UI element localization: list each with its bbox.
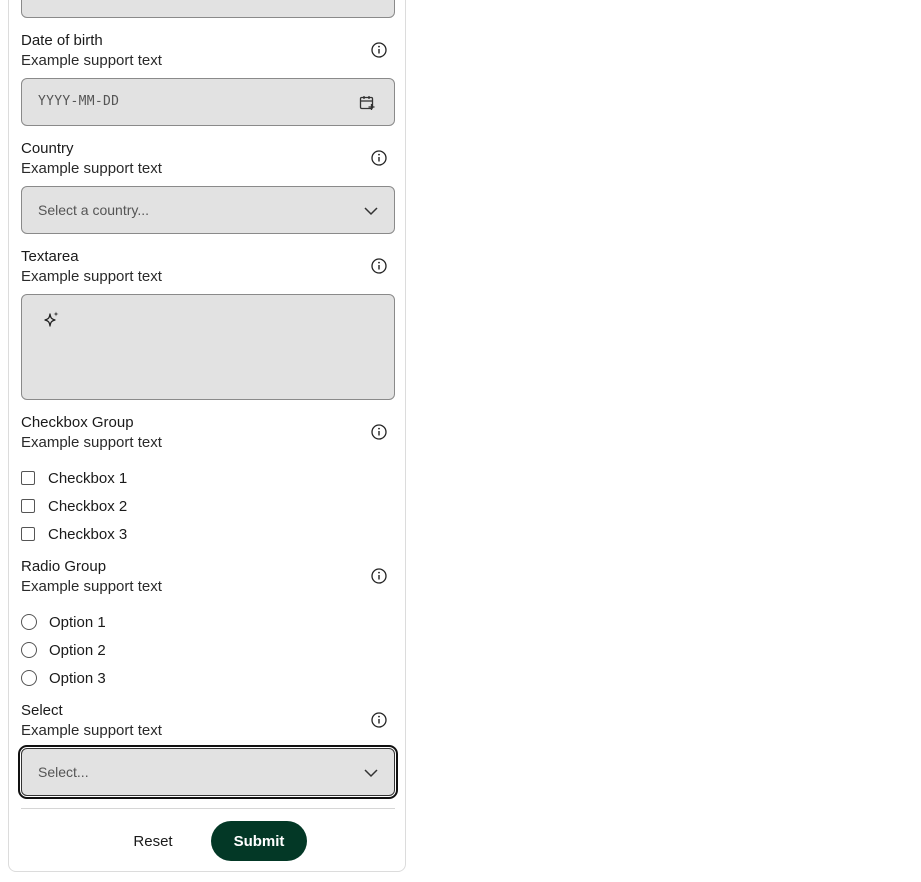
submit-button[interactable]: Submit [211,821,307,861]
checkbox-option[interactable]: Checkbox 1 [21,468,127,488]
radio-label: Option 3 [49,669,106,687]
radio-option[interactable]: Option 1 [21,612,106,632]
date-of-birth-label: Date of birth [21,32,103,49]
info-icon[interactable] [370,423,388,441]
select-support-text: Example support text [21,722,162,739]
checkbox-option[interactable]: Checkbox 2 [21,496,127,516]
checkbox-group-label: Checkbox Group [21,414,134,431]
checkbox-label: Checkbox 3 [48,525,128,543]
country-select-placeholder: Select a country... [38,202,150,218]
select-dropdown[interactable]: Select... [21,748,395,796]
radio-option[interactable]: Option 3 [21,668,106,688]
checkbox-label: Checkbox 1 [48,469,128,487]
info-icon[interactable] [370,711,388,729]
date-of-birth-placeholder: YYYY-MM-DD [38,94,120,109]
sparkle-icon[interactable] [41,310,61,330]
select-placeholder: Select... [38,764,89,780]
previous-field-input[interactable] [21,0,395,18]
country-select[interactable]: Select a country... [21,186,395,234]
radio-group-support-text: Example support text [21,578,162,595]
radio-option[interactable]: Option 2 [21,640,106,660]
calendar-plus-icon[interactable] [358,94,376,112]
divider [21,808,395,809]
textarea-input[interactable] [21,294,395,400]
select-label: Select [21,702,63,719]
radio-button[interactable] [21,642,37,658]
checkbox-label: Checkbox 2 [48,497,128,515]
textarea-label: Textarea [21,248,79,265]
info-icon[interactable] [370,567,388,585]
date-of-birth-input[interactable]: YYYY-MM-DD [21,78,395,126]
info-icon[interactable] [370,41,388,59]
date-of-birth-support-text: Example support text [21,52,162,69]
checkbox[interactable] [21,471,35,485]
reset-button[interactable]: Reset [118,822,188,860]
checkbox-group-support-text: Example support text [21,434,162,451]
info-icon[interactable] [370,149,388,167]
checkbox[interactable] [21,499,35,513]
radio-button[interactable] [21,614,37,630]
info-icon[interactable] [370,257,388,275]
radio-label: Option 1 [49,613,106,631]
chevron-down-icon [363,765,379,781]
radio-group-label: Radio Group [21,558,107,575]
radio-button[interactable] [21,670,37,686]
checkbox-option[interactable]: Checkbox 3 [21,524,127,544]
textarea-support-text: Example support text [21,268,162,285]
chevron-down-icon [363,203,379,219]
radio-label: Option 2 [49,641,106,659]
checkbox[interactable] [21,527,35,541]
country-label: Country [21,140,74,157]
country-support-text: Example support text [21,160,162,177]
